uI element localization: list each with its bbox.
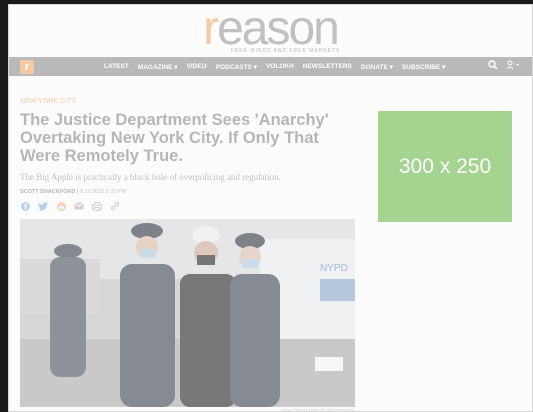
- tagline: FREE MINDS AND FREE MARKETS: [230, 48, 341, 54]
- nav-logo-mark[interactable]: r: [20, 59, 34, 74]
- link-icon[interactable]: [110, 201, 120, 211]
- nav-item-magazine[interactable]: MAGAZINE ▾: [138, 63, 178, 71]
- nav-icons: [488, 60, 520, 73]
- article-subhead: The Big Apple is practically a black hol…: [20, 172, 281, 182]
- nav-item-donate[interactable]: DONATE ▾: [361, 63, 393, 71]
- logo-accent: r: [203, 4, 219, 55]
- print-icon[interactable]: [92, 201, 102, 211]
- reddit-icon[interactable]: [56, 201, 66, 211]
- facebook-icon[interactable]: [20, 201, 30, 211]
- site-header: reason FREE MINDS AND FREE MARKETS: [9, 5, 532, 55]
- image-credit: (John Marshall Mantel/Polaris/Newscom): [281, 407, 354, 412]
- svg-text:NYPD: NYPD: [320, 263, 348, 274]
- site-logo[interactable]: reason: [203, 5, 340, 53]
- nav-item-volokh[interactable]: VOLOKH: [266, 63, 294, 71]
- nav-item-newsletters[interactable]: NEWSLETTERS: [303, 63, 352, 71]
- nav-item-subscribe[interactable]: SUBSCRIBE ▾: [402, 63, 445, 71]
- share-bar: [20, 201, 120, 211]
- email-icon[interactable]: [74, 201, 84, 211]
- hero-image[interactable]: NYPD: [20, 219, 355, 407]
- ad-label: 300 x 250: [398, 154, 492, 178]
- nav-item-latest[interactable]: LATEST: [104, 63, 129, 71]
- ad-slot[interactable]: 300 x 250: [378, 111, 512, 222]
- page-frame: reason FREE MINDS AND FREE MARKETS r LAT…: [8, 4, 533, 412]
- twitter-icon[interactable]: [38, 201, 48, 211]
- nav-menu: LATEST MAGAZINE ▾ VIDEO PODCASTS ▾ VOLOK…: [104, 63, 445, 71]
- nav-item-video[interactable]: VIDEO: [187, 63, 207, 71]
- article-headline: The Justice Department Sees 'Anarchy' Ov…: [20, 111, 329, 165]
- publish-date: 9.21.2020 2:20 PM: [79, 189, 127, 195]
- author-name[interactable]: SCOTT SHACKFORD: [20, 189, 75, 195]
- main-nav: r LATEST MAGAZINE ▾ VIDEO PODCASTS ▾ VOL…: [9, 57, 532, 76]
- nav-item-podcasts[interactable]: PODCASTS ▾: [216, 63, 257, 71]
- search-icon[interactable]: [488, 60, 498, 73]
- user-icon[interactable]: [506, 60, 520, 73]
- article-kicker[interactable]: NEW YORK CITY: [20, 98, 76, 105]
- byline: SCOTT SHACKFORD | 9.21.2020 2:20 PM: [20, 189, 127, 195]
